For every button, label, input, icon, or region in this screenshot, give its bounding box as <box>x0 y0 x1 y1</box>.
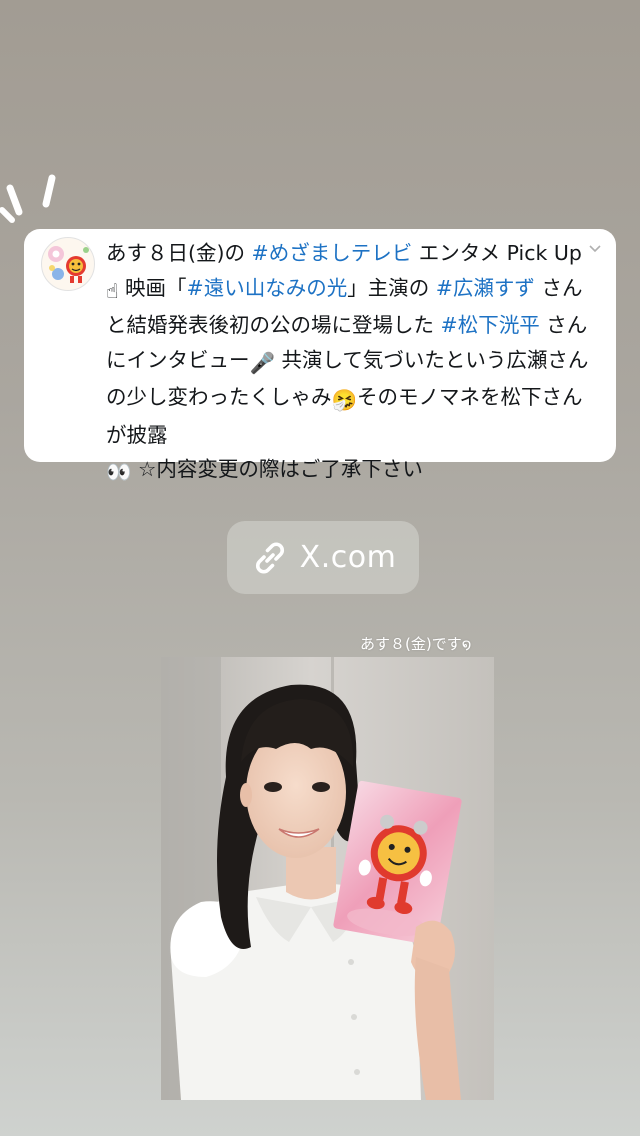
microphone-emoji: 🎤 <box>249 350 276 375</box>
post-card[interactable]: あす８日(金)の #めざましテレビ エンタメ Pick Up ☝ 映画「#遠い山な… <box>24 229 616 484</box>
post-text-segment: ☆内容変更の際はご了承下さい <box>131 457 423 481</box>
hashtag-matsushita-kohei[interactable]: #松下洸平 <box>441 313 540 337</box>
mezamashi-mascot-avatar[interactable] <box>41 237 95 291</box>
chevron-down-icon[interactable] <box>588 243 602 253</box>
eyes-emoji: 👀 <box>106 460 132 484</box>
link-sticker[interactable]: X.com <box>227 521 419 594</box>
link-label: X.com <box>299 540 397 575</box>
photo <box>161 657 494 1100</box>
hashtag-mezamashi-tv[interactable]: #めざましテレビ <box>252 241 413 265</box>
post-text: あす８日(金)の #めざましテレビ エンタメ Pick Up ☝ 映画「#遠い山な… <box>106 236 590 490</box>
woman-holding-mascot-card-image <box>161 657 494 1100</box>
photo-caption: あす８(金)です໑ <box>360 635 472 653</box>
pointing-up-emoji: ☝ <box>106 278 119 303</box>
link-icon <box>255 542 284 573</box>
post-text-segment: あす８日(金)の <box>106 241 252 265</box>
sneezing-face-emoji: 🤧 <box>331 388 358 412</box>
post-text-segment: 」主演の <box>347 275 436 300</box>
post-text-segment: エンタメ Pick Up <box>412 241 582 265</box>
hashtag-movie-title[interactable]: #遠い山なみの光 <box>187 276 348 300</box>
hashtag-hirose-suzu[interactable]: #広瀬すず <box>436 276 535 300</box>
post-text-segment: 映画「 <box>118 275 187 300</box>
